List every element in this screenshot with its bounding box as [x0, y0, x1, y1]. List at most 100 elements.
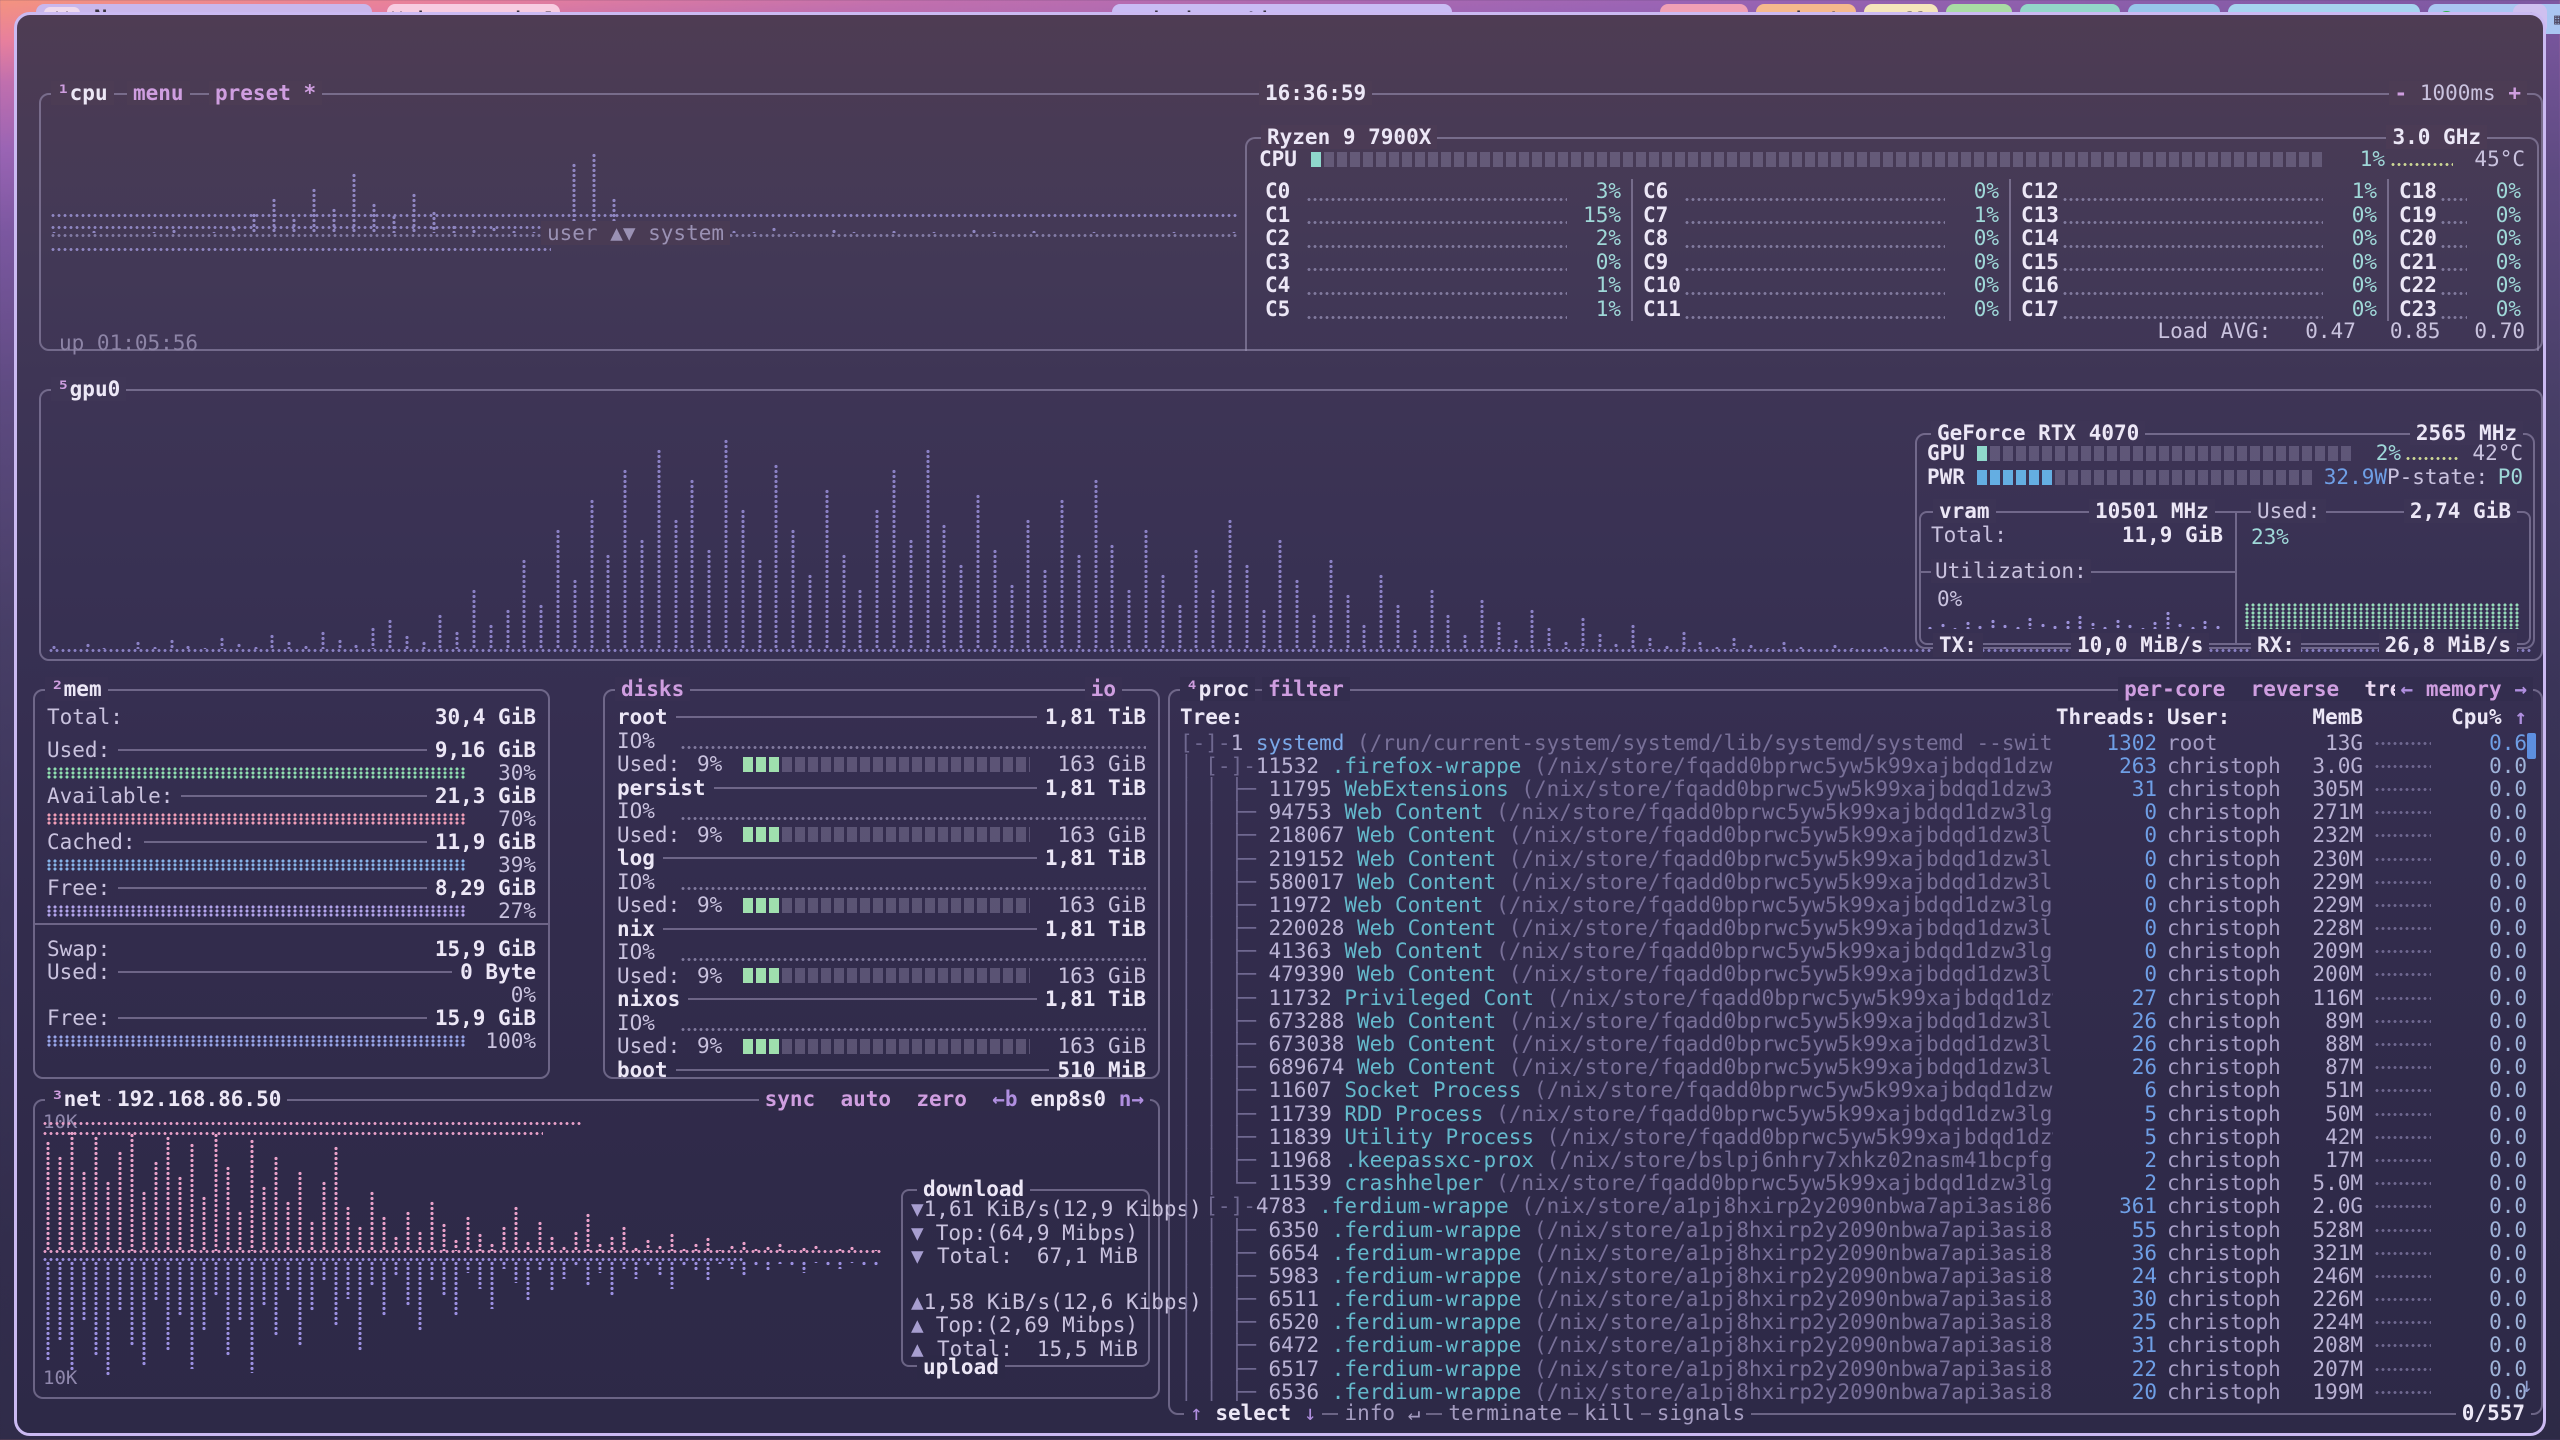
info-button[interactable]: info ↵ — [1338, 1401, 1426, 1425]
interval-plus-button[interactable]: + — [2508, 81, 2521, 105]
graph-spike — [405, 1211, 413, 1251]
vram-total-value: 11,9 GiB — [2122, 523, 2223, 547]
process-row-219152[interactable]: │ │ ├─ 219152 Web Content (/nix/store/fq… — [1180, 847, 2527, 870]
process-row-580017[interactable]: │ │ ├─ 580017 Web Content (/nix/store/fq… — [1180, 870, 2527, 893]
process-row-220028[interactable]: │ │ ├─ 220028 Web Content (/nix/store/fq… — [1180, 917, 2527, 940]
sort-arrow-icon: ↑ — [2514, 705, 2527, 729]
scroll-down-icon[interactable]: ↓ — [2520, 1373, 2533, 1397]
graph-spike — [1965, 621, 1973, 629]
reverse-button[interactable]: reverse — [2251, 677, 2340, 701]
graph-spike — [639, 539, 647, 649]
col-threads[interactable]: Threads: — [2053, 705, 2157, 729]
graph-spike — [345, 1206, 353, 1251]
kitty-terminal-window[interactable]: ¹cpu menu preset * 16:36:59 - 1000ms + u… — [14, 12, 2546, 1436]
graph-spike — [1630, 624, 1638, 649]
preset-button[interactable]: preset * — [209, 81, 322, 105]
graph-spike — [908, 539, 916, 649]
graph-spike — [333, 1146, 341, 1251]
process-row-94753[interactable]: │ │ ├─ 94753 Web Content (/nix/store/fqa… — [1180, 801, 2527, 824]
sort-prev-button[interactable]: ← — [2401, 677, 2414, 701]
signals-button[interactable]: signals — [1651, 1401, 1752, 1425]
graph-spike — [1059, 499, 1067, 649]
process-row-6520[interactable]: │ │ ├─ 6520 .ferdium-wrappe (/nix/store/… — [1180, 1311, 2527, 1334]
sort-next-button[interactable]: → — [2514, 677, 2527, 701]
graph-spike — [1261, 609, 1269, 649]
graph-spike — [93, 1136, 101, 1251]
utilization-label: Utilization: — [1931, 559, 2091, 583]
filter-button[interactable]: filter — [1262, 677, 1350, 701]
terminate-button[interactable]: terminate — [1442, 1401, 1568, 1425]
graph-spike — [213, 1133, 221, 1251]
zero-button[interactable]: zero — [916, 1087, 967, 1111]
process-row-11539[interactable]: │ │ └─ 11539 crashhelper (/nix/store/fqa… — [1180, 1172, 2527, 1195]
process-row-5983[interactable]: │ │ ├─ 5983 .ferdium-wrappe (/nix/store/… — [1180, 1264, 2527, 1287]
process-row-479390[interactable]: │ │ ├─ 479390 Web Content (/nix/store/fq… — [1180, 963, 2527, 986]
graph-spike — [572, 579, 580, 649]
per-core-button[interactable]: per-core — [2124, 677, 2225, 701]
process-row-6350[interactable]: │ │ ├─ 6350 .ferdium-wrappe (/nix/store/… — [1180, 1218, 2527, 1241]
iface-prev-button[interactable]: ←b — [992, 1087, 1017, 1111]
graph-spike — [1025, 519, 1033, 649]
process-row-6472[interactable]: │ │ ├─ 6472 .ferdium-wrappe (/nix/store/… — [1180, 1334, 2527, 1357]
core-cell-C6: C60% — [1633, 179, 2011, 203]
graph-spike — [1395, 604, 1403, 649]
graph-spike — [117, 1261, 125, 1311]
graph-spike — [538, 604, 546, 649]
process-row-1[interactable]: [-]-1 systemd (/run/current-system/syste… — [1180, 731, 2527, 754]
process-row-11532[interactable]: │ [-]-11532 .firefox-wrappe (/nix/store/… — [1180, 754, 2527, 777]
sync-button[interactable]: sync — [765, 1087, 816, 1111]
graph-spike — [657, 1261, 665, 1275]
col-cpu[interactable]: Cpu% ↑ — [2443, 705, 2527, 729]
core-cell-C1: C115% — [1255, 203, 1633, 227]
process-row-11795[interactable]: │ │ ├─ 11795 WebExtensions (/nix/store/f… — [1180, 777, 2527, 800]
graph-spike — [1109, 544, 1117, 649]
iface-next-button[interactable]: n→ — [1119, 1087, 1144, 1111]
process-row-6536[interactable]: │ │ ├─ 6536 .ferdium-wrappe (/nix/store/… — [1180, 1380, 2527, 1403]
select-control[interactable]: ↑ select ↓ — [1184, 1401, 1322, 1425]
process-row-218067[interactable]: │ │ ├─ 218067 Web Content (/nix/store/fq… — [1180, 824, 2527, 847]
net-stat-row: ▼Top:(64,9 Mibps) — [911, 1221, 1138, 1245]
scrollbar-thumb[interactable] — [2527, 733, 2536, 759]
process-row-11839[interactable]: │ │ ├─ 11839 Utility Process (/nix/store… — [1180, 1125, 2527, 1148]
graph-spike — [773, 464, 781, 649]
menu-button[interactable]: menu — [127, 81, 190, 105]
process-row-11739[interactable]: │ │ ├─ 11739 RDD Process (/nix/store/fqa… — [1180, 1102, 2527, 1125]
graph-spike — [297, 1261, 305, 1346]
graph-spike — [1177, 604, 1185, 649]
vram-divider — [2235, 513, 2237, 643]
graph-spike — [941, 524, 949, 649]
keyboard-icon[interactable]: ▦ — [2554, 10, 2560, 28]
graph-spike — [454, 631, 462, 649]
net-controls: sync auto zero ←b enp8s0 n→ — [759, 1087, 1150, 1111]
graph-spike — [2127, 624, 2135, 629]
process-row-11732[interactable]: │ │ ├─ 11732 Privileged Cont (/nix/store… — [1180, 986, 2527, 1009]
process-row-673038[interactable]: │ │ ├─ 673038 Web Content (/nix/store/fq… — [1180, 1032, 2527, 1055]
mem-box-title: ²mem — [45, 677, 108, 701]
col-memb[interactable]: MemB — [2277, 705, 2363, 729]
graph-spike — [857, 589, 865, 649]
mem-row-free: Free:15,9 GiB — [47, 1006, 536, 1030]
process-row-6517[interactable]: │ │ ├─ 6517 .ferdium-wrappe (/nix/store/… — [1180, 1357, 2527, 1380]
disks-box-title[interactable]: disks — [615, 677, 690, 701]
graph-spike — [345, 1261, 353, 1299]
process-row-11968[interactable]: │ │ ├─ 11968 .keepassxc-prox (/nix/store… — [1180, 1148, 2527, 1171]
process-row-673288[interactable]: │ │ ├─ 673288 Web Content (/nix/store/fq… — [1180, 1009, 2527, 1032]
col-user[interactable]: User: — [2157, 705, 2277, 729]
auto-button[interactable]: auto — [840, 1087, 891, 1111]
process-row-11972[interactable]: │ │ ├─ 11972 Web Content (/nix/store/fqa… — [1180, 893, 2527, 916]
process-row-6654[interactable]: │ │ ├─ 6654 .ferdium-wrappe (/nix/store/… — [1180, 1241, 2527, 1264]
gpu-power-label: PWR — [1927, 465, 1977, 489]
process-row-6511[interactable]: │ │ ├─ 6511 .ferdium-wrappe (/nix/store/… — [1180, 1288, 2527, 1311]
io-mode-button[interactable]: io — [1085, 677, 1122, 701]
process-list[interactable]: [-]-1 systemd (/run/current-system/syste… — [1180, 731, 2527, 1403]
process-row-689674[interactable]: │ │ ├─ 689674 Web Content (/nix/store/fq… — [1180, 1056, 2527, 1079]
graph-spike — [1009, 584, 1017, 649]
graph-spike — [573, 1261, 581, 1267]
core-cell-C11: C110% — [1633, 297, 2011, 321]
col-tree[interactable]: Tree: — [1180, 705, 2053, 729]
process-row-41363[interactable]: │ │ ├─ 41363 Web Content (/nix/store/fqa… — [1180, 940, 2527, 963]
process-row-11607[interactable]: │ │ ├─ 11607 Socket Process (/nix/store/… — [1180, 1079, 2527, 1102]
interval-minus-button[interactable]: - — [2395, 81, 2408, 105]
kill-button[interactable]: kill — [1578, 1401, 1641, 1425]
process-row-4783[interactable]: │ [-]-4783 .ferdium-wrappe (/nix/store/a… — [1180, 1195, 2527, 1218]
